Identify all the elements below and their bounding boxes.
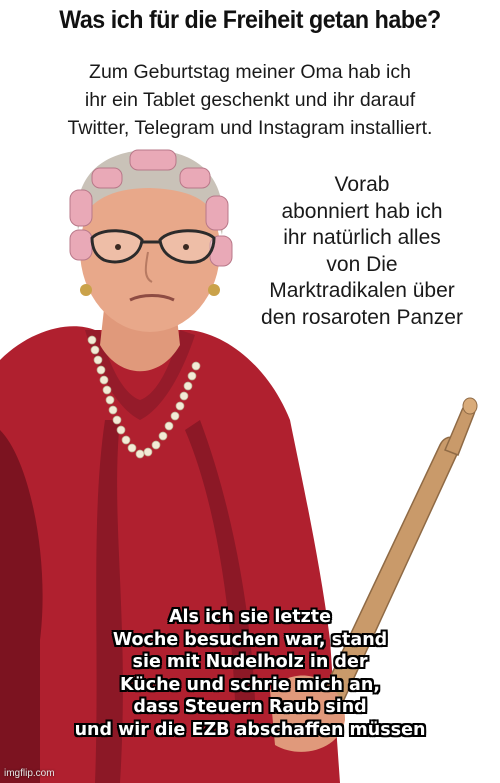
caption-line: Woche besuchen war, stand	[112, 629, 388, 650]
caption-line: und wir die EZB abschaffen müssen	[74, 719, 426, 740]
caption-line: sie mit Nudelholz in der	[132, 652, 368, 672]
meme-image: Was ich für die Freiheit getan habe? Zum…	[0, 0, 500, 783]
side-line: Vorab	[334, 173, 390, 196]
intro-line: ihr ein Tablet geschenkt und ihr darauf	[84, 89, 416, 111]
intro-text: Zum Geburtstag meiner Oma hab ich ihr ei…	[4, 58, 496, 142]
intro-line: Zum Geburtstag meiner Oma hab ich	[89, 61, 411, 83]
side-line: ihr natürlich alles	[283, 226, 441, 249]
side-line: abonniert hab ich	[281, 199, 443, 223]
side-line: Marktradikalen über	[269, 279, 455, 302]
caption-line: dass Steuern Raub sind	[133, 697, 367, 717]
caption-line: Küche und schrie mich an,	[120, 674, 380, 695]
side-line: den rosaroten Panzer	[261, 305, 463, 329]
caption-text: Als ich sie letzte Woche besuchen war, s…	[0, 606, 500, 741]
title-text: Was ich für die Freiheit getan habe?	[59, 6, 441, 34]
intro-line: Twitter, Telegram und Instagram installi…	[67, 117, 433, 139]
caption-line: Als ich sie letzte	[168, 607, 331, 627]
side-text: Vorab abonniert hab ich ihr natürlich al…	[226, 172, 498, 331]
side-line: von Die	[326, 252, 398, 276]
imgflip-watermark: imgflip.com	[4, 768, 55, 779]
